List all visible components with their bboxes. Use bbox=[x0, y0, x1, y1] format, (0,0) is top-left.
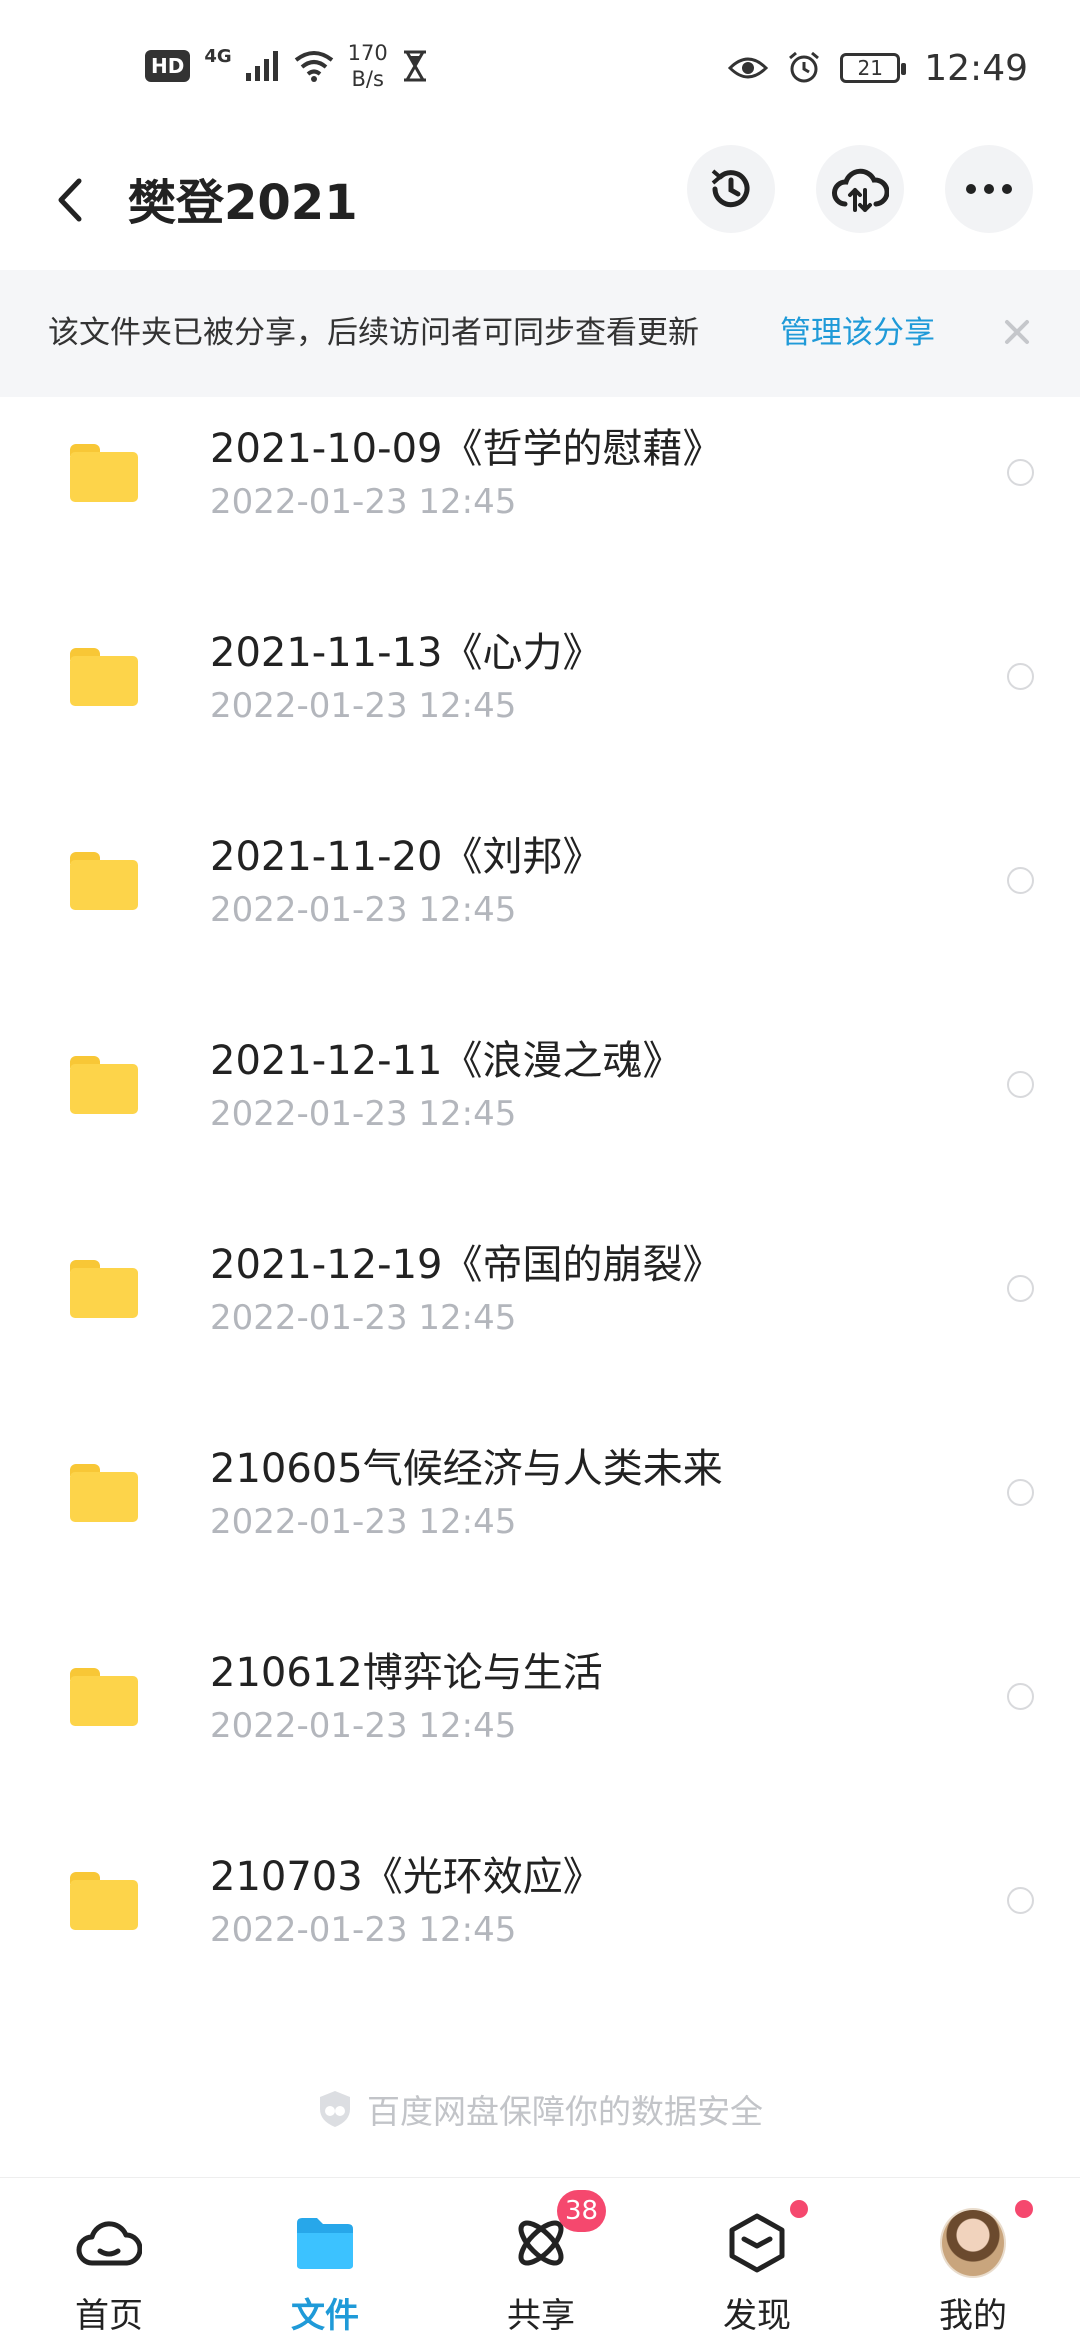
folder-icon bbox=[70, 1056, 140, 1114]
nav-home[interactable]: 首页 bbox=[29, 2178, 189, 2340]
cloud-home-icon bbox=[76, 2210, 142, 2276]
nav-discover[interactable]: 发现 bbox=[677, 2178, 837, 2340]
folder-icon bbox=[70, 1668, 140, 1726]
cube-discover-icon bbox=[724, 2210, 790, 2276]
status-right: 21 12:49 bbox=[728, 40, 1028, 96]
nav-share[interactable]: 38 共享 bbox=[461, 2178, 621, 2340]
file-name: 210605气候经济与人类未来 bbox=[210, 1446, 723, 1492]
select-radio[interactable] bbox=[1007, 1887, 1034, 1914]
nav-share-label: 共享 bbox=[507, 2296, 575, 2336]
me-dot bbox=[1015, 2200, 1033, 2218]
wifi-icon bbox=[294, 51, 333, 82]
app-screen: HD 4G 170 B/s 21 12:49 樊登2021 该文件夹已被分享，后… bbox=[0, 0, 1080, 2340]
folder-icon bbox=[292, 2210, 358, 2276]
security-note-text: 百度网盘保障你的数据安全 bbox=[367, 2092, 763, 2131]
top-bar: 樊登2021 bbox=[0, 135, 1080, 270]
file-name: 2021-10-09《哲学的慰藉》 bbox=[210, 426, 723, 472]
file-row[interactable]: 210605气候经济与人类未来 2022-01-23 12:45 bbox=[0, 1332, 1080, 1542]
eye-icon bbox=[728, 57, 769, 79]
file-date: 2022-01-23 12:45 bbox=[210, 1910, 517, 1950]
status-left: HD 4G 170 B/s bbox=[145, 38, 428, 94]
back-button[interactable] bbox=[40, 165, 100, 235]
more-dots-icon bbox=[966, 184, 1012, 194]
file-row[interactable]: 2021-12-19《帝国的崩裂》 2022-01-23 12:45 bbox=[0, 1128, 1080, 1338]
speed-unit: B/s bbox=[351, 67, 384, 91]
hd-indicator: HD bbox=[145, 50, 191, 82]
select-radio[interactable] bbox=[1007, 1683, 1034, 1710]
network-speed: 170 B/s bbox=[348, 40, 388, 92]
cloud-transfer-button[interactable] bbox=[816, 145, 904, 233]
shield-icon bbox=[320, 2091, 350, 2127]
bottom-nav: 首页 文件 38 共享 发现 我的 bbox=[0, 2177, 1080, 2340]
speed-value: 170 bbox=[347, 41, 388, 65]
nav-discover-label: 发现 bbox=[723, 2296, 791, 2336]
select-radio[interactable] bbox=[1007, 459, 1034, 486]
file-name: 2021-11-13《心力》 bbox=[210, 630, 603, 676]
folder-icon bbox=[70, 444, 140, 502]
folder-icon bbox=[70, 852, 140, 910]
file-name: 210612博弈论与生活 bbox=[210, 1650, 603, 1696]
select-radio[interactable] bbox=[1007, 663, 1034, 690]
file-name: 2021-11-20《刘邦》 bbox=[210, 834, 603, 880]
folder-icon bbox=[70, 648, 140, 706]
alarm-icon bbox=[789, 51, 820, 83]
avatar-icon bbox=[940, 2208, 1006, 2278]
select-radio[interactable] bbox=[1007, 1071, 1034, 1098]
status-bar: HD 4G 170 B/s 21 12:49 bbox=[0, 0, 1080, 135]
nav-files-label: 文件 bbox=[291, 2296, 359, 2336]
file-name: 210703《光环效应》 bbox=[210, 1854, 603, 1900]
avatar bbox=[940, 2208, 1006, 2278]
history-button[interactable] bbox=[687, 145, 775, 233]
cloud-transfer-icon bbox=[832, 168, 889, 212]
more-button[interactable] bbox=[945, 145, 1033, 233]
nav-me[interactable]: 我的 bbox=[893, 2178, 1053, 2340]
page-title: 樊登2021 bbox=[128, 175, 358, 231]
select-radio[interactable] bbox=[1007, 1275, 1034, 1302]
select-radio[interactable] bbox=[1007, 867, 1034, 894]
folder-icon bbox=[70, 1260, 140, 1318]
battery-indicator: 21 bbox=[840, 53, 907, 83]
discover-dot bbox=[790, 2200, 808, 2218]
nav-files[interactable]: 文件 bbox=[245, 2178, 405, 2340]
folder-icon bbox=[70, 1464, 140, 1522]
file-row[interactable]: 210612博弈论与生活 2022-01-23 12:45 bbox=[0, 1536, 1080, 1746]
clock: 12:49 bbox=[924, 47, 1028, 89]
chevron-left-icon bbox=[58, 178, 82, 222]
file-row[interactable]: 2021-11-13《心力》 2022-01-23 12:45 bbox=[0, 516, 1080, 726]
file-name: 2021-12-11《浪漫之魂》 bbox=[210, 1038, 683, 1084]
battery-level: 21 bbox=[857, 56, 883, 80]
nav-home-label: 首页 bbox=[75, 2296, 143, 2336]
folder-icon bbox=[70, 1872, 140, 1930]
file-row[interactable]: 2021-11-20《刘邦》 2022-01-23 12:45 bbox=[0, 720, 1080, 930]
nav-me-label: 我的 bbox=[939, 2296, 1007, 2336]
security-note: 百度网盘保障你的数据安全 bbox=[0, 2085, 1080, 2133]
file-name: 2021-12-19《帝国的崩裂》 bbox=[210, 1242, 723, 1288]
signal-icon bbox=[245, 51, 278, 81]
file-row[interactable]: 2021-12-11《浪漫之魂》 2022-01-23 12:45 bbox=[0, 924, 1080, 1134]
file-row[interactable]: 210703《光环效应》 2022-01-23 12:45 bbox=[0, 1740, 1080, 1950]
hourglass-icon bbox=[403, 50, 426, 82]
select-radio[interactable] bbox=[1007, 1479, 1034, 1506]
share-badge: 38 bbox=[557, 2190, 607, 2232]
network-type: 4G bbox=[204, 45, 232, 67]
file-row[interactable]: 2021-10-09《哲学的慰藉》 2022-01-23 12:45 bbox=[0, 312, 1080, 522]
history-icon bbox=[711, 169, 750, 208]
